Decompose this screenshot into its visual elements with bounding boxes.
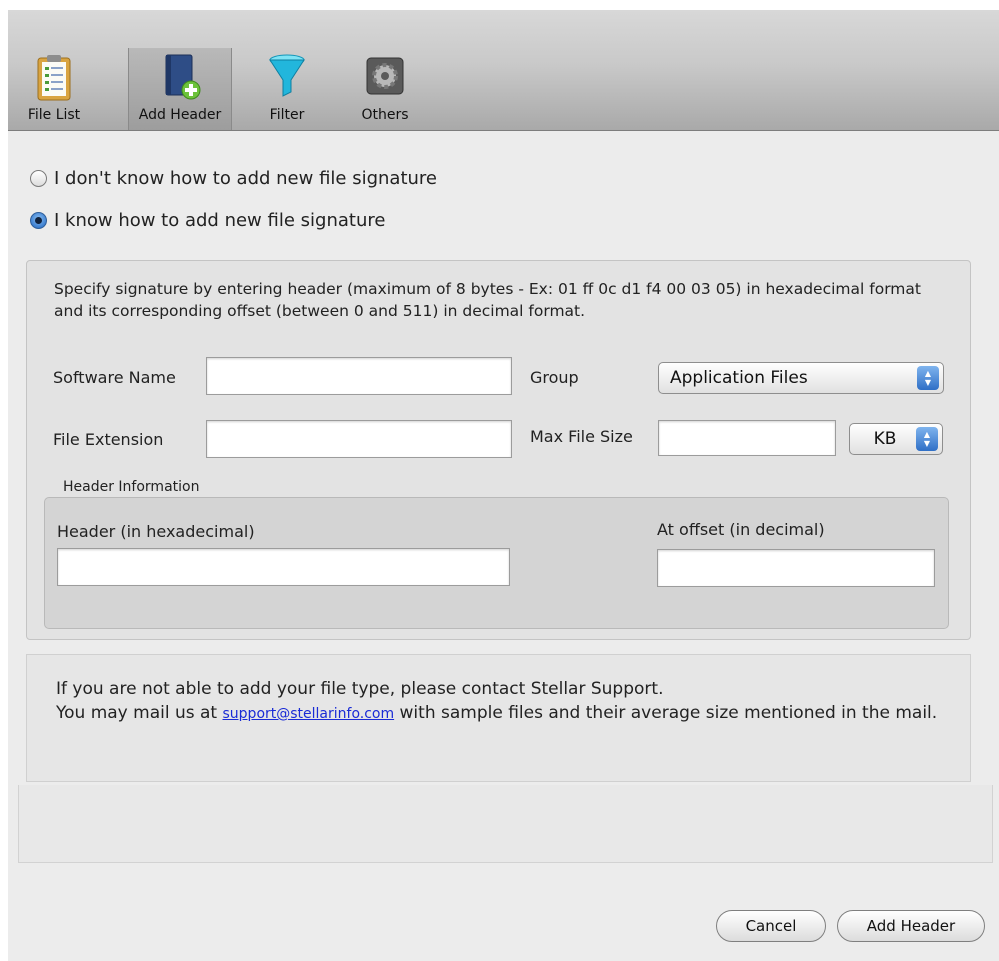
toolbar: File List Add Header Filter Others: [8, 10, 999, 131]
header-information-panel: Header (in hexadecimal) At offset (in de…: [44, 497, 949, 629]
size-unit-value: KB: [873, 429, 897, 449]
group-label: Group: [530, 368, 579, 387]
radio-know-label: I know how to add new file signature: [54, 210, 386, 231]
toolbar-file-list[interactable]: File List: [22, 48, 86, 130]
toolbar-file-list-label: File List: [27, 107, 81, 123]
radio-dont-know-label: I don't know how to add new file signatu…: [54, 168, 438, 189]
support-info-line2-prefix: You may mail us at: [56, 703, 218, 723]
size-unit-select[interactable]: KB ▲ ▼: [849, 423, 943, 455]
filter-icon: [269, 54, 305, 97]
max-file-size-input[interactable]: [658, 420, 836, 456]
header-information-caption: Header Information: [63, 479, 200, 495]
lower-panel: [18, 785, 993, 863]
offset-input[interactable]: [657, 549, 935, 587]
signature-form-panel: Specify signature by entering header (ma…: [26, 260, 971, 640]
support-info-text: If you are not able to add your file typ…: [56, 677, 946, 726]
book-add-icon: [165, 54, 201, 100]
radio-know[interactable]: I know how to add new file signature: [30, 210, 385, 231]
toolbar-add-header-label: Add Header: [138, 107, 222, 123]
group-select-value: Application Files: [670, 368, 808, 388]
toolbar-others[interactable]: Others: [352, 48, 418, 130]
radio-dont-know[interactable]: I don't know how to add new file signatu…: [30, 168, 437, 189]
support-email-link[interactable]: support@stellarinfo.com: [223, 706, 395, 722]
add-header-window: File List Add Header Filter Others I don…: [8, 10, 999, 961]
software-name-input[interactable]: [206, 357, 512, 395]
max-file-size-label: Max File Size: [530, 427, 633, 446]
header-hex-input[interactable]: [57, 548, 510, 586]
toolbar-add-header[interactable]: Add Header: [128, 48, 232, 130]
file-extension-input[interactable]: [206, 420, 512, 458]
signature-description: Specify signature by entering header (ma…: [54, 280, 921, 320]
clipboard-icon: [37, 55, 71, 101]
radio-know-button[interactable]: [30, 212, 47, 229]
chevron-updown-icon: ▲ ▼: [916, 427, 938, 451]
chevron-updown-icon: ▲ ▼: [917, 366, 939, 390]
toolbar-filter-label: Filter: [269, 107, 305, 123]
toolbar-others-label: Others: [361, 107, 409, 123]
gear-icon: [366, 57, 404, 95]
group-select[interactable]: Application Files ▲ ▼: [658, 362, 944, 394]
file-extension-label: File Extension: [53, 430, 164, 449]
header-hex-label: Header (in hexadecimal): [57, 522, 255, 541]
support-info-line2-suffix: with sample files and their average size…: [399, 703, 938, 723]
cancel-button[interactable]: Cancel: [716, 910, 826, 942]
add-header-button[interactable]: Add Header: [837, 910, 985, 942]
software-name-label: Software Name: [53, 368, 176, 387]
support-info-panel: If you are not able to add your file typ…: [26, 654, 971, 782]
offset-label: At offset (in decimal): [657, 520, 825, 539]
support-info-line1: If you are not able to add your file typ…: [56, 679, 664, 699]
toolbar-filter[interactable]: Filter: [258, 48, 316, 130]
radio-dont-know-button[interactable]: [30, 170, 47, 187]
